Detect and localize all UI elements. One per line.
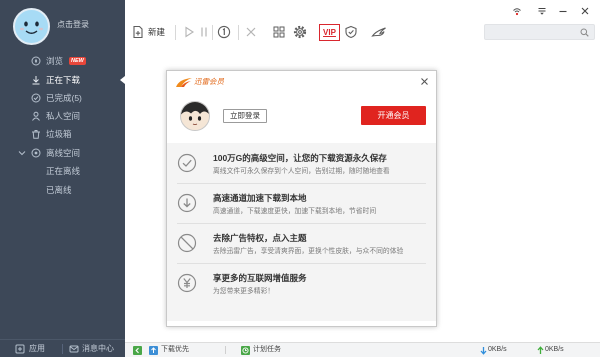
apps-icon — [15, 344, 25, 354]
signal-icon[interactable] — [512, 6, 522, 16]
toolbar-divider — [212, 25, 213, 40]
close-icon[interactable] — [580, 6, 590, 16]
anime-avatar-icon — [181, 102, 209, 126]
upload-speed-icon — [537, 346, 544, 354]
new-task-button[interactable]: 新建 — [148, 26, 165, 39]
info-icon[interactable] — [217, 25, 231, 39]
grid-icon[interactable] — [272, 25, 286, 39]
bird-icon[interactable] — [371, 25, 387, 39]
message-center-button[interactable]: 消息中心 — [82, 340, 114, 357]
yen-circle-icon — [177, 273, 197, 293]
open-membership-button[interactable]: 开通会员 — [361, 106, 426, 125]
feature-item: 高速通道加速下载到本地 高速通道，下载速度更快，加速下载到本地，节省时间 — [167, 184, 436, 224]
feature-list: 100万G的高级空间，让您的下载资源永久保存 离线文件可永久保存到个人空间，告别… — [167, 143, 436, 321]
scheduled-tasks-button[interactable]: 计划任务 — [253, 343, 281, 357]
sidebar-item-label: 私人空间 — [46, 111, 81, 121]
sidebar-item-trash[interactable]: 垃圾箱 — [0, 125, 125, 143]
search-icon[interactable] — [580, 28, 589, 37]
toolbar-divider — [175, 25, 176, 40]
sidebar-item-label: 离线空间 — [46, 148, 81, 158]
check-circle-icon — [31, 93, 41, 103]
toolbar-divider — [238, 25, 239, 40]
sidebar-item-private-space[interactable]: 私人空间 — [0, 107, 125, 125]
close-icon[interactable] — [420, 77, 429, 86]
feature-desc: 为您带来更多精彩！ — [213, 288, 275, 295]
sidebar-item-downloading[interactable]: 正在下载 — [0, 71, 125, 89]
footer-divider — [62, 344, 63, 354]
download-speed-icon — [480, 347, 487, 355]
new-badge: NEW — [69, 57, 86, 65]
feature-item: 享更多的互联网增值服务 为您带来更多精彩！ — [167, 264, 436, 304]
feature-desc: 高速通道，下载速度更快，加速下载到本地，节省时间 — [213, 208, 377, 215]
feature-title: 高速通道加速下载到本地 — [213, 193, 307, 203]
sidebar-item-label: 已完成(5) — [46, 93, 82, 103]
person-icon — [32, 111, 40, 121]
vip-popup: 迅雷会员 立即登录 开通会员 100万G的高级空间，让您的下载资源永久保存 离线… — [166, 70, 437, 327]
feature-title: 享更多的互联网增值服务 — [213, 273, 307, 283]
sidebar-item-label: 浏览 — [46, 56, 64, 66]
feature-desc: 去除迅雷广告，享受清爽界面，更换个性皮肤，与众不同的体验 — [213, 248, 404, 255]
feature-item: 去除广告特权，点入主题 去除迅雷广告，享受清爽界面，更换个性皮肤，与众不同的体验 — [167, 224, 436, 264]
no-ads-icon — [177, 233, 197, 253]
apps-button[interactable]: 应用 — [29, 340, 45, 357]
sidebar-subitem-offline-running[interactable]: 正在离线 — [0, 162, 125, 180]
download-icon — [32, 76, 40, 85]
minimize-icon[interactable] — [558, 6, 568, 16]
feature-item: 100万G的高级空间，让您的下载资源永久保存 离线文件可永久保存到个人空间，告别… — [167, 144, 436, 184]
smiley-avatar-icon — [20, 21, 43, 34]
user-avatar[interactable] — [13, 8, 50, 45]
thunder-logo-icon — [176, 78, 192, 87]
sidebar-item-completed[interactable]: 已完成(5) — [0, 89, 125, 107]
shield-icon[interactable] — [344, 25, 358, 39]
login-button[interactable]: 立即登录 — [223, 109, 267, 123]
download-circle-icon — [177, 193, 197, 213]
sidebar-footer: 应用 消息中心 — [0, 339, 125, 357]
collapse-icon[interactable] — [133, 346, 142, 355]
priority-icon — [149, 346, 158, 355]
feature-title: 去除广告特权，点入主题 — [213, 233, 307, 243]
trash-icon — [32, 130, 40, 139]
delete-icon[interactable] — [244, 25, 258, 39]
play-icon[interactable] — [182, 25, 196, 39]
menu-icon[interactable] — [537, 6, 547, 16]
sidebar: 点击登录 浏览 NEW 正在下载 已完成(5) 私人空间 垃圾箱 离线空间 正在… — [0, 0, 125, 357]
status-bar: 下载优先 计划任务 0KB/s 0KB/s — [125, 342, 600, 357]
sidebar-subitem-offline-done[interactable]: 已离线 — [0, 181, 125, 199]
new-task-icon[interactable] — [131, 25, 145, 39]
feature-desc: 离线文件可永久保存到个人空间，告别过期，随时随地查看 — [213, 168, 390, 175]
sidebar-item-label: 垃圾箱 — [46, 129, 72, 139]
selection-pointer — [120, 76, 125, 84]
feature-title: 100万G的高级空间，让您的下载资源永久保存 — [213, 153, 387, 163]
gear-icon[interactable] — [293, 25, 307, 39]
sidebar-item-label: 正在离线 — [46, 166, 81, 176]
sidebar-item-browse[interactable]: 浏览 — [0, 52, 125, 70]
message-icon — [69, 345, 79, 353]
sidebar-item-label: 已离线 — [46, 185, 72, 195]
status-divider — [225, 346, 226, 354]
chevron-down-icon[interactable] — [18, 149, 26, 157]
popup-brand: 迅雷会员 — [194, 77, 224, 86]
download-priority-button[interactable]: 下载优先 — [161, 343, 189, 357]
upload-speed: 0KB/s — [545, 346, 564, 353]
login-link[interactable]: 点击登录 — [57, 20, 89, 30]
popup-avatar — [180, 101, 210, 131]
search-input[interactable] — [484, 24, 595, 40]
sidebar-item-offline-space[interactable]: 离线空间 — [0, 144, 125, 162]
compass-icon — [31, 56, 41, 66]
schedule-icon — [241, 346, 250, 355]
download-speed: 0KB/s — [488, 346, 507, 353]
vip-button[interactable]: VIP — [319, 24, 340, 41]
check-circle-icon — [177, 153, 197, 173]
cloud-icon — [31, 148, 41, 158]
pause-icon[interactable] — [197, 25, 211, 39]
sidebar-item-label: 正在下载 — [46, 75, 81, 85]
